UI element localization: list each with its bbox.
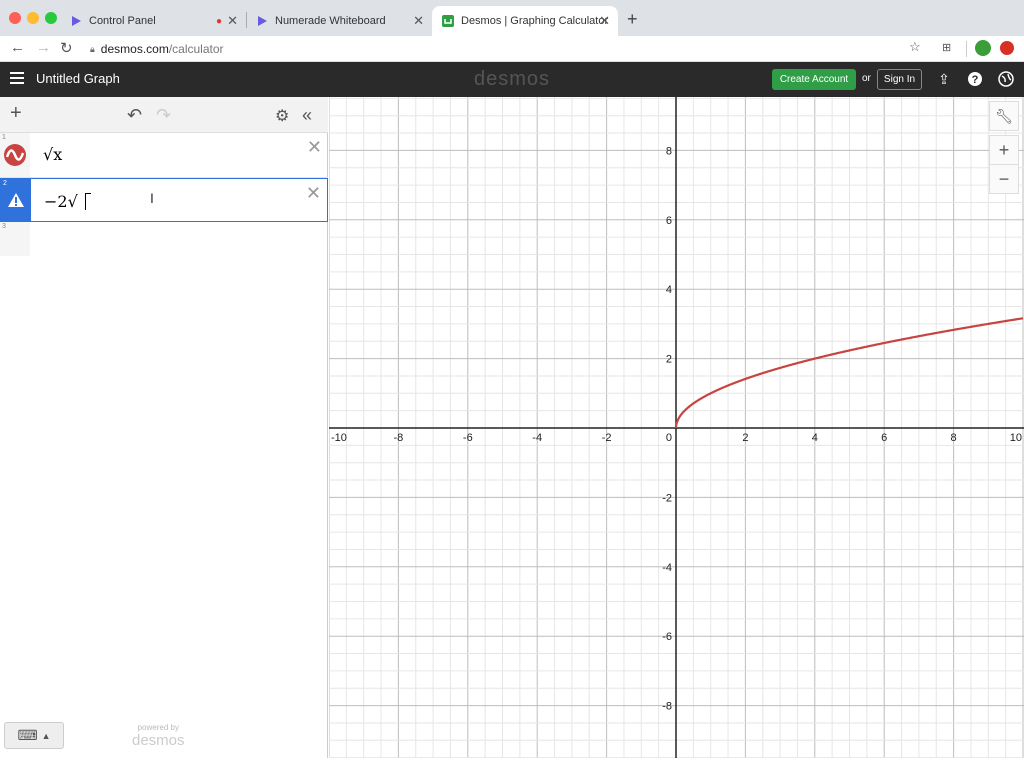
- expression-math[interactable]: √x: [43, 145, 62, 164]
- x-tick-label: 4: [812, 432, 818, 444]
- y-tick-label: 8: [666, 145, 672, 157]
- x-tick-label: -10: [331, 432, 347, 444]
- numerade-icon: [70, 15, 82, 27]
- close-window-button[interactable]: [9, 12, 21, 24]
- graph-canvas[interactable]: -10 -8 -6 -4 -2 0 2 4 6 8 10 8 6 4 2 -2 -4 -6 -8: [329, 97, 1024, 758]
- help-icon[interactable]: ?: [967, 71, 983, 87]
- zoom-in-button[interactable]: +: [989, 135, 1019, 165]
- x-tick-label: 2: [742, 432, 748, 444]
- expression-row-3[interactable]: 3: [0, 222, 328, 256]
- settings-gear-icon[interactable]: ⚙: [275, 106, 289, 126]
- share-icon[interactable]: ⇪: [936, 71, 952, 87]
- url-field[interactable]: 🔒︎ desmos.com/calculator: [84, 39, 934, 59]
- numerade-icon: [256, 15, 268, 27]
- add-item-icon[interactable]: +: [10, 102, 22, 125]
- delete-expression-icon[interactable]: ✕: [307, 137, 322, 158]
- x-tick-label: 6: [881, 432, 887, 444]
- y-tick-label: -6: [662, 631, 672, 643]
- create-account-button[interactable]: Create Account: [772, 69, 856, 90]
- close-tab-icon[interactable]: ✕: [413, 13, 424, 29]
- expression-row-1[interactable]: 1 √x ✕: [0, 133, 328, 178]
- extension-icon[interactable]: [975, 40, 991, 56]
- y-tick-label: 4: [666, 284, 672, 296]
- tab-numerade-whiteboard[interactable]: Numerade Whiteboard ✕: [246, 6, 432, 36]
- desmos-header: Untitled Graph desmos Create Account or …: [0, 62, 1024, 97]
- address-bar: ← → ↻ 🔒︎ desmos.com/calculator ☆ ⊞: [0, 36, 1024, 62]
- undo-icon[interactable]: ↶: [127, 105, 142, 126]
- caret-up-icon: ▲: [42, 731, 51, 741]
- lock-icon: 🔒︎: [90, 44, 95, 55]
- x-tick-label: 10: [1010, 432, 1022, 444]
- x-tick-label: 0: [666, 432, 672, 444]
- or-label: or: [862, 73, 871, 84]
- reload-icon[interactable]: ↻: [60, 39, 73, 57]
- y-tick-label: 2: [666, 354, 672, 366]
- keyboard-toggle-button[interactable]: ⌨ ▲: [4, 722, 64, 749]
- record-extension-icon[interactable]: [1000, 41, 1014, 55]
- tab-desmos[interactable]: Desmos | Graphing Calculator ✕: [432, 6, 618, 36]
- graph-settings-wrench-icon[interactable]: 🔧︎: [989, 101, 1019, 131]
- tab-title: Numerade Whiteboard: [275, 15, 386, 27]
- collapse-panel-icon[interactable]: «: [302, 105, 312, 126]
- x-tick-label: -2: [602, 432, 612, 444]
- x-tick-label: 8: [951, 432, 957, 444]
- zoom-out-button[interactable]: −: [989, 164, 1019, 194]
- sign-in-button[interactable]: Sign In: [877, 69, 922, 90]
- graph-style-icon[interactable]: [3, 143, 27, 167]
- close-tab-icon[interactable]: ✕: [599, 13, 610, 29]
- maximize-window-button[interactable]: [45, 12, 57, 24]
- globe-icon[interactable]: [998, 71, 1014, 87]
- expression-toolbar: + ↶ ↷ ⚙ «: [0, 97, 328, 133]
- y-tick-label: 6: [666, 215, 672, 227]
- browser-tab-bar: Control Panel ● ✕ Numerade Whiteboard ✕ …: [0, 0, 1024, 36]
- extensions-grid-icon[interactable]: ⊞: [942, 41, 951, 54]
- forward-icon[interactable]: →: [36, 39, 51, 56]
- graph-paper[interactable]: -10 -8 -6 -4 -2 0 2 4 6 8 10 8 6 4 2 -2 -4 -6 -8 🔧︎ + −: [329, 97, 1024, 758]
- tab-title: Control Panel: [89, 15, 156, 27]
- minimize-window-button[interactable]: [27, 12, 39, 24]
- recording-icon: ●: [216, 16, 222, 27]
- x-tick-label: -4: [532, 432, 542, 444]
- expression-row-2[interactable]: 2 −2√ I ✕: [0, 178, 328, 222]
- y-tick-label: -4: [662, 562, 672, 574]
- x-tick-label: -6: [463, 432, 473, 444]
- menu-icon[interactable]: [10, 72, 24, 86]
- sqrt-cursor-box: [85, 193, 91, 210]
- warning-icon[interactable]: [8, 193, 24, 207]
- tab-title: Desmos | Graphing Calculator: [461, 15, 608, 27]
- back-icon[interactable]: ←: [10, 39, 25, 56]
- desmos-favicon-icon: [442, 15, 454, 27]
- expression-math[interactable]: −2√: [44, 192, 78, 211]
- x-tick-label: -8: [394, 432, 404, 444]
- text-cursor-icon: I: [150, 190, 154, 206]
- redo-icon[interactable]: ↷: [156, 105, 171, 126]
- close-tab-icon[interactable]: ✕: [227, 13, 238, 29]
- expression-gutter[interactable]: 2: [1, 179, 31, 221]
- graph-title[interactable]: Untitled Graph: [36, 71, 120, 86]
- bookmark-star-icon[interactable]: ☆: [909, 39, 921, 55]
- delete-expression-icon[interactable]: ✕: [306, 183, 321, 204]
- svg-text:?: ?: [972, 74, 979, 86]
- tab-control-panel[interactable]: Control Panel ● ✕: [60, 6, 246, 36]
- desmos-logo: desmos: [474, 68, 550, 91]
- y-tick-label: -2: [662, 492, 672, 504]
- expression-panel: + ↶ ↷ ⚙ « 1 √x ✕ 2 −2√ I ✕: [0, 97, 328, 758]
- expression-gutter[interactable]: 1: [0, 133, 30, 177]
- y-tick-label: -8: [662, 701, 672, 713]
- powered-by-desmos[interactable]: powered by desmos: [132, 723, 185, 749]
- keyboard-icon: ⌨: [17, 727, 37, 744]
- expression-gutter[interactable]: 3: [0, 222, 30, 256]
- new-tab-icon[interactable]: +: [627, 9, 638, 30]
